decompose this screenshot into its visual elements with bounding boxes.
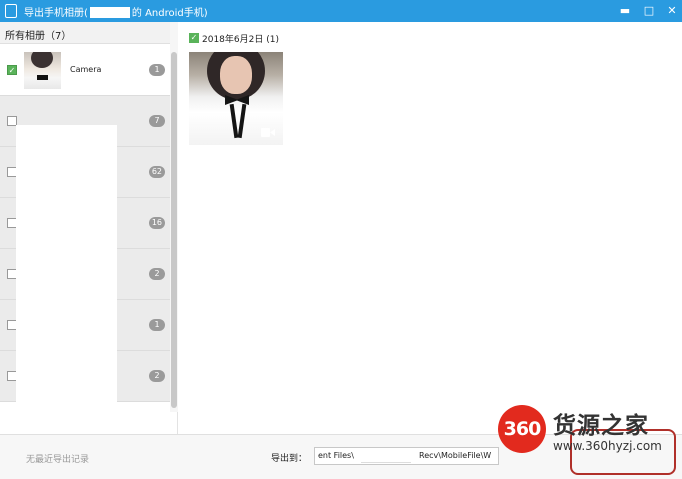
close-button[interactable]: ✕ <box>664 3 680 19</box>
album-list-header: 所有相册（7） <box>0 22 178 44</box>
album-count-badge: 62 <box>148 166 165 178</box>
window-title-prefix: 导出手机相册( <box>24 8 88 19</box>
album-thumbnail <box>24 52 61 89</box>
date-group-label: 2018年6月2日 (1) <box>202 35 279 45</box>
export-path-start: ent Files\ <box>318 451 354 460</box>
album-count-badge: 2 <box>149 370 165 382</box>
maximize-button[interactable]: □ <box>641 3 657 19</box>
album-list-title: 所有相册（7） <box>5 31 72 42</box>
photo-subject-face <box>220 56 252 94</box>
minimize-button[interactable]: ▬ <box>617 3 633 19</box>
watermark-url: www.360hyzj.com <box>553 439 662 453</box>
window-title-suffix: 的 Android手机) <box>131 8 208 19</box>
scrollbar-thumb[interactable] <box>171 52 177 408</box>
album-item-camera[interactable]: ✓ Camera 1 <box>0 45 170 96</box>
album-count-badge: 1 <box>149 64 165 76</box>
phone-icon <box>5 4 17 18</box>
album-count-badge: 7 <box>149 115 165 127</box>
no-export-record-text: 无最近导出记录 <box>26 455 90 465</box>
export-to-label: 导出到： <box>271 454 308 464</box>
window-titlebar: 导出手机相册( 的 Android手机) ▬ □ ✕ <box>0 0 682 22</box>
redaction-overlay <box>16 125 117 427</box>
export-path-field[interactable]: ent Files\ Recv\MobileFile\W <box>314 447 499 465</box>
sidebar-scrollbar[interactable] <box>170 22 178 412</box>
photo-subject-ribbon <box>229 103 239 139</box>
watermark-brand: 货源之家 <box>553 413 649 439</box>
watermark-logo: 360 <box>498 405 546 453</box>
photo-subject-ribbon <box>237 103 247 139</box>
watermark: 360 货源之家 www.360hyzj.com <box>498 405 678 463</box>
album-count-badge: 16 <box>148 217 165 229</box>
album-count-badge: 1 <box>149 319 165 331</box>
redacted-path-segment <box>361 449 411 463</box>
photo-thumbnail[interactable] <box>189 52 283 145</box>
album-sidebar: 所有相册（7） ✓ Camera 1 7 62 16 2 1 2 <box>0 22 178 434</box>
album-count-badge: 2 <box>149 268 165 280</box>
redacted-device-name <box>89 7 130 18</box>
photo-panel: ✓ 2018年6月2日 (1) <box>179 22 682 434</box>
window-title: 导出手机相册( 的 Android手机) <box>24 4 208 19</box>
export-path-end: Recv\MobileFile\W <box>419 451 492 460</box>
album-checkbox[interactable]: ✓ <box>7 65 17 75</box>
album-name: Camera <box>70 65 102 74</box>
video-camera-icon <box>261 128 275 137</box>
date-group-checkbox[interactable]: ✓ <box>189 33 199 43</box>
